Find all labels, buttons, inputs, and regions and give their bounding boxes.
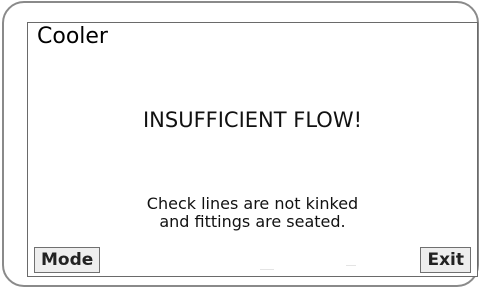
exit-button[interactable]: Exit bbox=[420, 247, 471, 273]
screen-scratch bbox=[260, 269, 274, 270]
screen-scratch bbox=[346, 265, 356, 266]
device-bezel: Cooler INSUFFICIENT FLOW! Check lines ar… bbox=[2, 1, 479, 287]
screen-title: Cooler bbox=[37, 24, 108, 49]
alert-message-line-1: Check lines are not kinked bbox=[146, 194, 359, 213]
mode-button[interactable]: Mode bbox=[34, 247, 101, 273]
display-screen: Cooler INSUFFICIENT FLOW! Check lines ar… bbox=[27, 22, 478, 277]
alert-heading: INSUFFICIENT FLOW! bbox=[142, 108, 363, 132]
alert-message: Check lines are not kinked and fittings … bbox=[28, 195, 477, 231]
alert-message-line-2: and fittings are seated. bbox=[159, 212, 346, 231]
